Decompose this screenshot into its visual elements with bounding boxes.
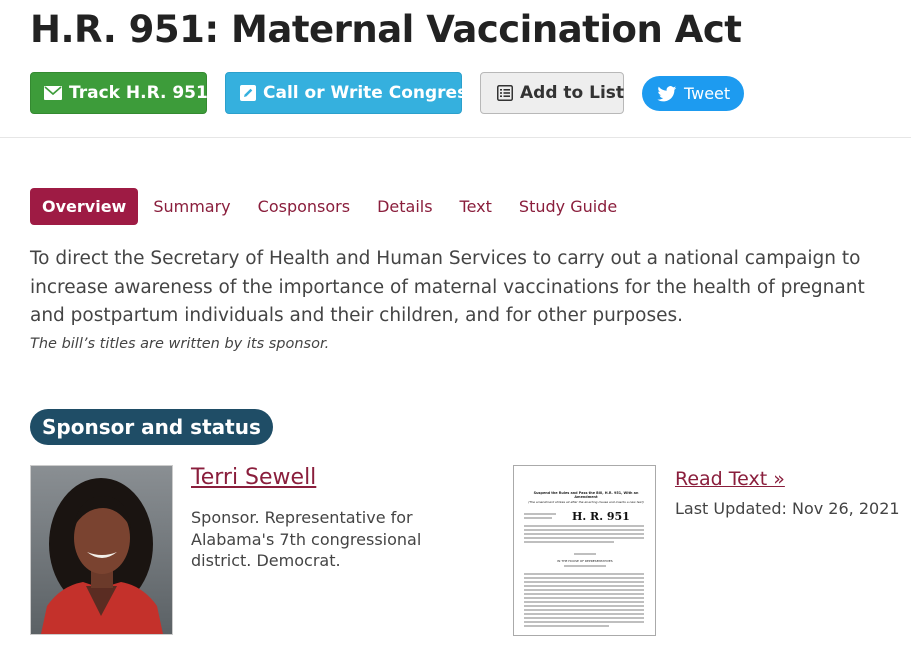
- title-note: The bill’s titles are written by its spo…: [30, 336, 330, 352]
- page-title: H.R. 951: Maternal Vaccination Act: [30, 8, 742, 51]
- bill-text-thumbnail[interactable]: Suspend the Rules and Pass the Bill, H.R…: [513, 465, 656, 636]
- tab-study-guide[interactable]: Study Guide: [519, 197, 617, 216]
- tab-cosponsors[interactable]: Cosponsors: [258, 197, 350, 216]
- sponsor-photo[interactable]: [30, 465, 173, 635]
- list-icon: [497, 85, 513, 101]
- tab-text[interactable]: Text: [460, 197, 492, 216]
- doc-text-lines: [524, 513, 644, 627]
- call-congress-label: Call or Write Congress: [263, 83, 478, 103]
- tweet-label: Tweet: [684, 84, 731, 103]
- tweet-button[interactable]: Tweet: [642, 76, 744, 111]
- add-to-list-label: Add to List: [520, 83, 625, 103]
- section-heading-sponsor-status: Sponsor and status: [30, 408, 273, 445]
- track-bill-button[interactable]: Track H.R. 951: [30, 72, 208, 114]
- read-text-link[interactable]: Read Text »: [675, 468, 785, 490]
- tab-summary[interactable]: Summary: [153, 197, 230, 216]
- header-divider: [0, 137, 911, 138]
- call-congress-button[interactable]: Call or Write Congress: [225, 72, 477, 114]
- track-bill-label: Track H.R. 951: [69, 83, 208, 103]
- sponsor-description: Sponsor. Representative for Alabama's 7t…: [191, 508, 422, 570]
- bill-tabs: Overview Summary Cosponsors Details Text…: [30, 187, 644, 225]
- tab-overview[interactable]: Overview: [30, 187, 139, 225]
- tab-details[interactable]: Details: [377, 197, 432, 216]
- add-to-list-button[interactable]: Add to List: [480, 72, 624, 114]
- pencil-square-icon: [240, 85, 256, 101]
- last-updated: Last Updated: Nov 26, 2021: [675, 499, 900, 518]
- sponsor-name-link[interactable]: Terri Sewell: [191, 465, 316, 490]
- envelope-icon: [44, 86, 62, 100]
- bill-description: To direct the Secretary of Health and Hu…: [30, 248, 865, 326]
- twitter-bird-icon: [657, 85, 677, 102]
